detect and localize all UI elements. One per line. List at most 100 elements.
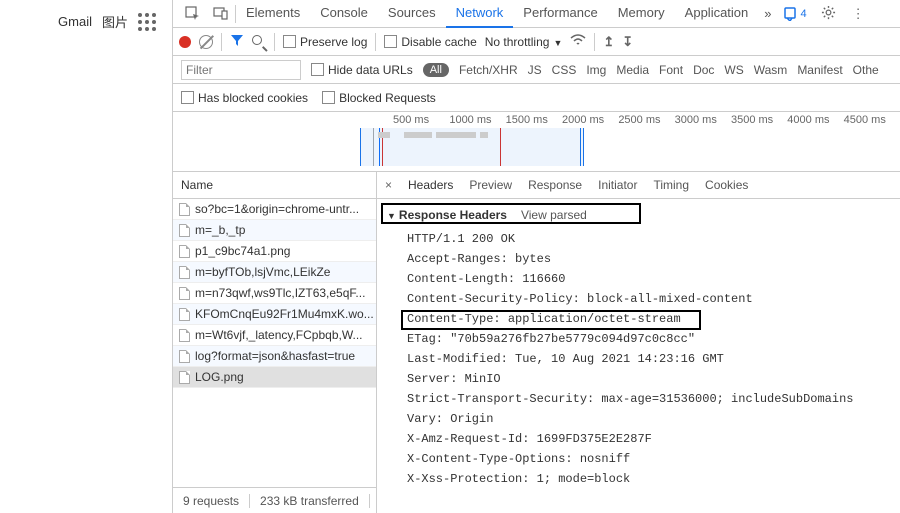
header-line: Server: MinIO bbox=[387, 369, 900, 389]
header-line: Vary: Origin bbox=[387, 409, 900, 429]
filter-type[interactable]: WS bbox=[724, 63, 743, 77]
detail-tab-headers[interactable]: Headers bbox=[408, 178, 453, 192]
response-headers-toggle[interactable]: Response Headers bbox=[387, 208, 507, 222]
inspect-icon[interactable] bbox=[179, 2, 207, 26]
filter-input[interactable] bbox=[181, 60, 301, 80]
request-row[interactable]: m=Wt6vjf,_latency,FCpbqb,W... bbox=[173, 325, 376, 346]
request-name: so?bc=1&origin=chrome-untr... bbox=[195, 202, 359, 216]
timeline-label: 2500 ms bbox=[618, 114, 674, 126]
request-row[interactable]: m=byfTOb,lsjVmc,LEikZe bbox=[173, 262, 376, 283]
timeline-label: 1500 ms bbox=[506, 114, 562, 126]
timeline-label: 500 ms bbox=[393, 114, 449, 126]
search-icon[interactable] bbox=[252, 35, 266, 49]
filter-type[interactable]: Font bbox=[659, 63, 683, 77]
tab-application[interactable]: Application bbox=[675, 0, 759, 28]
file-icon bbox=[179, 350, 190, 363]
divider bbox=[274, 33, 275, 51]
throttling-select[interactable]: No throttling▼ bbox=[485, 35, 563, 49]
issues-badge[interactable]: 4 bbox=[778, 7, 813, 21]
filter-icon[interactable] bbox=[230, 33, 244, 50]
record-button[interactable] bbox=[179, 36, 191, 48]
view-parsed-link[interactable]: View parsed bbox=[521, 208, 587, 222]
timeline-label: 3500 ms bbox=[731, 114, 787, 126]
options-row: Has blocked cookies Blocked Requests bbox=[173, 84, 900, 112]
request-row[interactable]: m=_b,_tp bbox=[173, 220, 376, 241]
request-name: KFOmCnqEu92Fr1Mu4mxK.wo... bbox=[195, 307, 374, 321]
filter-type[interactable]: Fetch/XHR bbox=[459, 63, 518, 77]
request-name: m=_b,_tp bbox=[195, 223, 245, 237]
status-bar: 9 requests 233 kB transferred bbox=[173, 487, 376, 513]
disable-cache-checkbox[interactable]: Disable cache bbox=[384, 35, 476, 49]
preserve-log-checkbox[interactable]: Preserve log bbox=[283, 35, 367, 49]
filter-row: Hide data URLs All Fetch/XHR JS CSS Img Medi… bbox=[173, 56, 900, 84]
requests-header-name[interactable]: Name bbox=[173, 172, 376, 199]
header-line: X-Xss-Protection: 1; mode=block bbox=[387, 469, 900, 489]
tab-console[interactable]: Console bbox=[310, 0, 378, 28]
filter-type[interactable]: Wasm bbox=[754, 63, 788, 77]
request-row[interactable]: KFOmCnqEu92Fr1Mu4mxK.wo... bbox=[173, 304, 376, 325]
request-row[interactable]: log?format=json&hasfast=true bbox=[173, 346, 376, 367]
download-icon[interactable]: ↧ bbox=[622, 34, 633, 50]
header-line: Content-Length: 116660 bbox=[387, 269, 900, 289]
detail-tab-timing[interactable]: Timing bbox=[653, 178, 689, 192]
status-transfer: 233 kB transferred bbox=[250, 494, 370, 508]
request-name: p1_c9bc74a1.png bbox=[195, 244, 290, 258]
filter-type[interactable]: Media bbox=[616, 63, 649, 77]
wifi-icon[interactable] bbox=[570, 34, 586, 49]
filter-type[interactable]: Img bbox=[586, 63, 606, 77]
header-line: X-Content-Type-Options: nosniff bbox=[387, 449, 900, 469]
timeline-label: 2000 ms bbox=[562, 114, 618, 126]
upload-icon[interactable]: ↥ bbox=[603, 34, 614, 50]
header-line: ETag: "70b59a276fb27be5779c094d97c0c8cc" bbox=[387, 329, 900, 349]
detail-tabs: × Headers Preview Response Initiator Timing C… bbox=[377, 172, 900, 199]
tab-sources[interactable]: Sources bbox=[378, 0, 446, 28]
images-link[interactable]: 图片 bbox=[102, 12, 128, 31]
filter-type[interactable]: Manifest bbox=[797, 63, 842, 77]
request-row[interactable]: m=n73qwf,ws9Tlc,IZT63,e5qF... bbox=[173, 283, 376, 304]
request-name: m=Wt6vjf,_latency,FCpbqb,W... bbox=[195, 328, 363, 342]
devtools-top-tabs: ElementsConsoleSourcesNetworkPerformance… bbox=[173, 0, 900, 28]
header-line: Content-Security-Policy: block-all-mixed… bbox=[387, 289, 900, 309]
file-icon bbox=[179, 245, 190, 258]
request-row[interactable]: p1_c9bc74a1.png bbox=[173, 241, 376, 262]
tab-network[interactable]: Network bbox=[446, 0, 514, 28]
detail-tab-cookies[interactable]: Cookies bbox=[705, 178, 748, 192]
blocked-cookies-checkbox[interactable]: Has blocked cookies bbox=[181, 91, 308, 105]
filter-type[interactable]: JS bbox=[528, 63, 542, 77]
header-line: Strict-Transport-Security: max-age=31536… bbox=[387, 389, 900, 409]
filter-type[interactable]: CSS bbox=[552, 63, 577, 77]
blocked-requests-checkbox[interactable]: Blocked Requests bbox=[322, 91, 436, 105]
detail-tab-initiator[interactable]: Initiator bbox=[598, 178, 637, 192]
header-line: Content-Type: application/octet-stream bbox=[387, 309, 900, 329]
request-row[interactable]: so?bc=1&origin=chrome-untr... bbox=[173, 199, 376, 220]
tab-performance[interactable]: Performance bbox=[513, 0, 607, 28]
gmail-link[interactable]: Gmail bbox=[58, 14, 92, 29]
tab-memory[interactable]: Memory bbox=[608, 0, 675, 28]
kebab-icon[interactable]: ⋮ bbox=[844, 6, 873, 22]
gear-icon[interactable] bbox=[813, 5, 844, 23]
detail-panel: × Headers Preview Response Initiator Timing C… bbox=[377, 172, 900, 513]
tab-elements[interactable]: Elements bbox=[236, 0, 310, 28]
divider bbox=[594, 33, 595, 51]
request-row[interactable]: LOG.png bbox=[173, 367, 376, 388]
filter-type[interactable]: Doc bbox=[693, 63, 714, 77]
timeline[interactable]: 500 ms1000 ms1500 ms2000 ms2500 ms3000 m… bbox=[173, 112, 900, 172]
divider bbox=[221, 33, 222, 51]
file-icon bbox=[179, 224, 190, 237]
detail-tab-response[interactable]: Response bbox=[528, 178, 582, 192]
header-line: Last-Modified: Tue, 10 Aug 2021 14:23:16… bbox=[387, 349, 900, 369]
close-icon[interactable]: × bbox=[385, 178, 392, 192]
apps-icon[interactable] bbox=[138, 13, 156, 31]
requests-panel: Name so?bc=1&origin=chrome-untr... m=_b,_… bbox=[173, 172, 377, 513]
clear-button[interactable] bbox=[199, 35, 213, 49]
detail-tab-preview[interactable]: Preview bbox=[469, 178, 512, 192]
filter-all-pill[interactable]: All bbox=[423, 63, 449, 77]
device-icon[interactable] bbox=[207, 2, 235, 26]
more-tabs-icon[interactable]: » bbox=[758, 6, 777, 21]
request-name: LOG.png bbox=[195, 370, 244, 384]
filter-type[interactable]: Othe bbox=[853, 63, 879, 77]
file-icon bbox=[179, 203, 190, 216]
status-requests: 9 requests bbox=[173, 494, 250, 508]
hide-data-urls-checkbox[interactable]: Hide data URLs bbox=[311, 63, 413, 77]
network-toolbar: Preserve log Disable cache No throttling… bbox=[173, 28, 900, 56]
